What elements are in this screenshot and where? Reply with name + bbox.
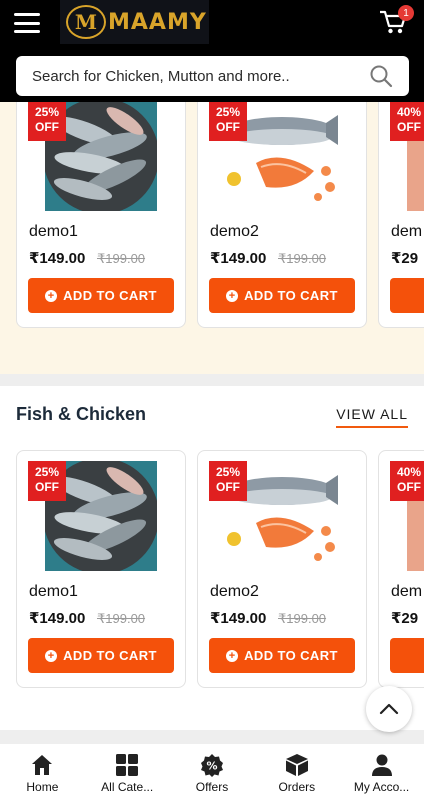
scroll-to-top-button[interactable] [366, 686, 412, 732]
nav-all-categories[interactable]: All Cate... [85, 744, 170, 800]
search-icon[interactable] [369, 64, 393, 88]
nav-label: Orders [278, 780, 316, 794]
product-price: ₹149.00 [210, 250, 267, 267]
bottom-navigation: Home All Cate... % Offers Orders My Acco… [0, 744, 424, 800]
discount-badge: 25% OFF [209, 102, 247, 141]
offer-badge-icon: % [200, 754, 223, 777]
product-name[interactable]: dem [391, 223, 422, 241]
cart-button[interactable]: 1 [378, 5, 414, 38]
nav-home[interactable]: Home [0, 744, 85, 800]
product-price: ₹149.00 [29, 610, 86, 627]
chevron-up-icon [379, 703, 399, 715]
product-name[interactable]: dem [391, 583, 422, 601]
product-name[interactable]: demo2 [210, 583, 259, 601]
product-mrp: ₹199.00 [278, 611, 327, 626]
fish-chicken-section: Fish & Chicken VIEW ALL 25% OFF demo1 ₹1… [0, 386, 424, 730]
product-card[interactable]: 25% OFF demo1 ₹149.00 ₹199.00 + ADD TO CA… [16, 450, 186, 688]
hamburger-menu-icon[interactable] [14, 12, 40, 34]
plus-circle-icon: + [45, 289, 58, 302]
add-to-cart-button[interactable] [390, 638, 424, 673]
product-price: ₹29 [391, 250, 419, 267]
product-price: ₹29 [391, 610, 419, 627]
product-card[interactable]: 40% OFF dem ₹29 [378, 102, 424, 328]
product-card[interactable]: 25% OFF demo1 ₹149.00 ₹199.00 + ADD TO CA… [16, 102, 186, 328]
search-bar[interactable] [16, 56, 409, 96]
product-mrp: ₹199.00 [97, 251, 146, 266]
product-card[interactable]: 25% OFF demo2 ₹149.00 ₹199.00 + ADD TO CA… [197, 450, 367, 688]
product-card[interactable]: 40% OFF dem ₹29 [378, 450, 424, 688]
logo-mark: M [66, 5, 106, 39]
cart-count-badge: 1 [398, 5, 414, 21]
plus-circle-icon: + [226, 649, 239, 662]
nav-orders[interactable]: Orders [254, 744, 339, 800]
brand-logo[interactable]: M MAAMY [60, 0, 209, 44]
user-icon [371, 754, 392, 776]
nav-label: My Acco... [353, 780, 410, 794]
plus-circle-icon: + [45, 649, 58, 662]
view-all-link[interactable]: VIEW ALL [336, 406, 408, 428]
nav-label: Home [26, 780, 59, 794]
product-name[interactable]: demo2 [210, 223, 259, 241]
product-price: ₹149.00 [210, 610, 267, 627]
plus-circle-icon: + [226, 289, 239, 302]
nav-label: All Cate... [101, 780, 154, 794]
section-divider [0, 730, 424, 744]
add-to-cart-button[interactable] [390, 278, 424, 313]
search-input[interactable] [32, 67, 352, 85]
nav-my-account[interactable]: My Acco... [339, 744, 424, 800]
section-title: Fish & Chicken [16, 404, 147, 424]
discount-badge: 25% OFF [209, 461, 247, 501]
discount-badge: 40% OFF [390, 102, 424, 141]
add-to-cart-button[interactable]: + ADD TO CART [28, 278, 174, 313]
nav-label: Offers [195, 780, 229, 794]
discount-badge: 25% OFF [28, 461, 66, 501]
home-icon [32, 755, 53, 775]
product-mrp: ₹199.00 [97, 611, 146, 626]
add-to-cart-button[interactable]: + ADD TO CART [209, 638, 355, 673]
add-to-cart-button[interactable]: + ADD TO CART [209, 278, 355, 313]
product-section-top: 25% OFF demo1 ₹149.00 ₹199.00 + ADD TO CA… [0, 102, 424, 374]
product-price: ₹149.00 [29, 250, 86, 267]
grid-icon [116, 754, 139, 776]
app-header: M MAAMY 1 [0, 0, 424, 102]
product-card[interactable]: 25% OFF demo2 ₹149.00 ₹199.00 + ADD TO CA… [197, 102, 367, 328]
nav-offers[interactable]: % Offers [170, 744, 255, 800]
discount-badge: 25% OFF [28, 102, 66, 141]
discount-badge: 40% OFF [390, 461, 424, 501]
svg-text:%: % [206, 760, 217, 773]
product-mrp: ₹199.00 [278, 251, 327, 266]
product-name[interactable]: demo1 [29, 583, 78, 601]
logo-text: MAAMY [108, 9, 207, 35]
box-icon [285, 754, 308, 776]
add-to-cart-button[interactable]: + ADD TO CART [28, 638, 174, 673]
product-name[interactable]: demo1 [29, 223, 78, 241]
section-divider [0, 374, 424, 386]
